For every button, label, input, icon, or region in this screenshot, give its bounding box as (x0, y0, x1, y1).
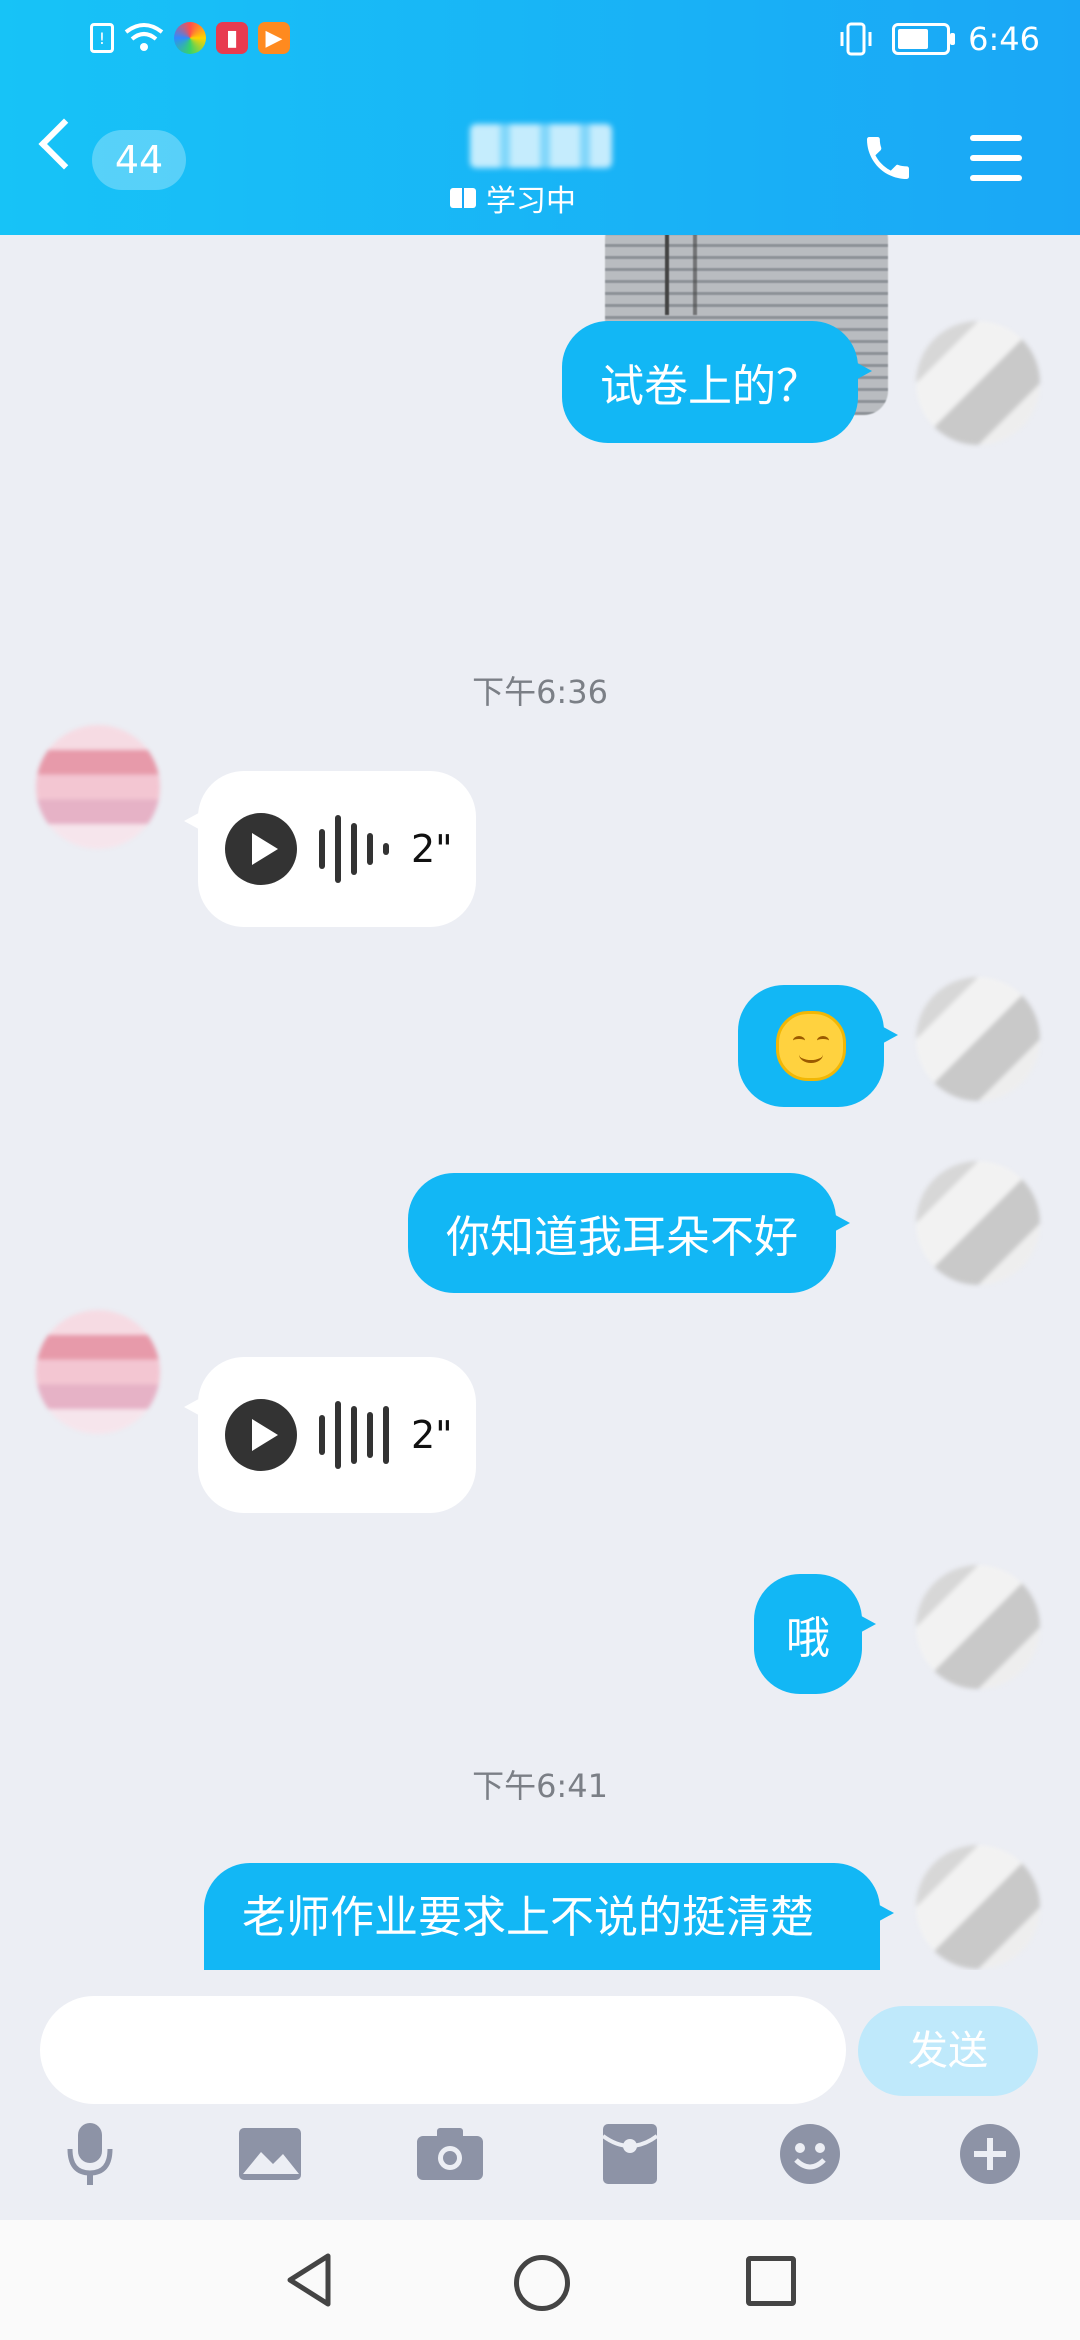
nav-recent-apps-icon[interactable] (746, 2256, 796, 2306)
message-input[interactable] (40, 1996, 846, 2104)
wifi-icon (124, 23, 164, 51)
my-text-message[interactable]: 老师作业要求上不说的挺清楚 (204, 1863, 894, 1970)
vibrate-icon (840, 22, 872, 56)
system-navigation-bar (0, 2220, 1080, 2340)
chat-header: ! ▮ ▶ 6:46 44 学习中 (0, 0, 1080, 235)
unread-count-badge[interactable]: 44 (92, 130, 186, 190)
message-text: 试卷上的？ (600, 361, 820, 412)
my-avatar[interactable] (916, 1845, 1040, 1969)
timestamp: 下午6:36 (472, 673, 608, 711)
my-avatar[interactable] (916, 321, 1040, 445)
play-icon[interactable] (225, 813, 297, 885)
chat-messages[interactable]: 试卷上的？ 下午6:36 2" 你知道我耳朵不好 2" 哦 下午6:41 老师作… (0, 235, 1080, 1970)
microphone-icon[interactable] (54, 2118, 126, 2190)
battery-icon (892, 23, 956, 55)
alert-icon: ! (90, 23, 114, 53)
send-button[interactable]: 发送 (858, 2006, 1038, 2096)
contact-status: 学习中 (450, 176, 576, 220)
book-app-icon: ▮ (216, 22, 248, 54)
red-packet-icon[interactable] (594, 2118, 666, 2190)
status-time: 6:46 (968, 20, 1040, 58)
input-toolbar (0, 2118, 1080, 2190)
message-text: 哦 (786, 1613, 830, 1664)
voice-wave-icon (319, 815, 389, 883)
nav-back-icon[interactable] (284, 2252, 334, 2308)
message-text: 你知道我耳朵不好 (446, 1212, 798, 1263)
status-icons-left: ! ▮ ▶ (90, 22, 290, 54)
camera-icon[interactable] (414, 2118, 486, 2190)
phone-call-icon[interactable] (860, 130, 916, 186)
emoji-icon[interactable] (774, 2118, 846, 2190)
status-icons-right: 6:46 (838, 20, 1040, 58)
contact-avatar[interactable] (36, 1310, 160, 1434)
timestamp: 下午6:41 (472, 1767, 608, 1805)
voice-wave-icon (319, 1401, 389, 1469)
nav-home-icon[interactable] (514, 2255, 570, 2311)
voice-message[interactable]: 2" (184, 1357, 476, 1513)
status-bar: ! ▮ ▶ 6:46 (0, 0, 1080, 84)
app-icon-colorful (174, 22, 206, 54)
my-text-message[interactable]: 哦 (754, 1574, 876, 1694)
my-text-message[interactable]: 试卷上的？ (562, 321, 872, 443)
contact-status-text: 学习中 (486, 184, 576, 219)
voice-message[interactable]: 2" (184, 771, 476, 927)
image-icon[interactable] (234, 2118, 306, 2190)
video-app-icon: ▶ (258, 22, 290, 54)
message-text: 老师作业要求上不说的挺清楚 (242, 1892, 814, 1943)
voice-duration: 2" (411, 1413, 453, 1457)
contact-avatar[interactable] (36, 725, 160, 849)
plus-icon[interactable] (954, 2118, 1026, 2190)
my-avatar[interactable] (916, 1161, 1040, 1285)
menu-icon[interactable] (970, 135, 1022, 195)
my-avatar[interactable] (916, 1565, 1040, 1689)
contact-name-blurred (470, 124, 612, 168)
book-icon (450, 188, 476, 208)
back-chevron-icon[interactable] (38, 118, 90, 170)
voice-duration: 2" (411, 827, 453, 871)
emoji-message[interactable] (738, 985, 898, 1107)
play-icon[interactable] (225, 1399, 297, 1471)
my-avatar[interactable] (916, 977, 1040, 1101)
message-input-area: 发送 (0, 1970, 1080, 2220)
my-text-message[interactable]: 你知道我耳朵不好 (408, 1173, 850, 1293)
smile-emoji-icon (776, 1011, 846, 1081)
